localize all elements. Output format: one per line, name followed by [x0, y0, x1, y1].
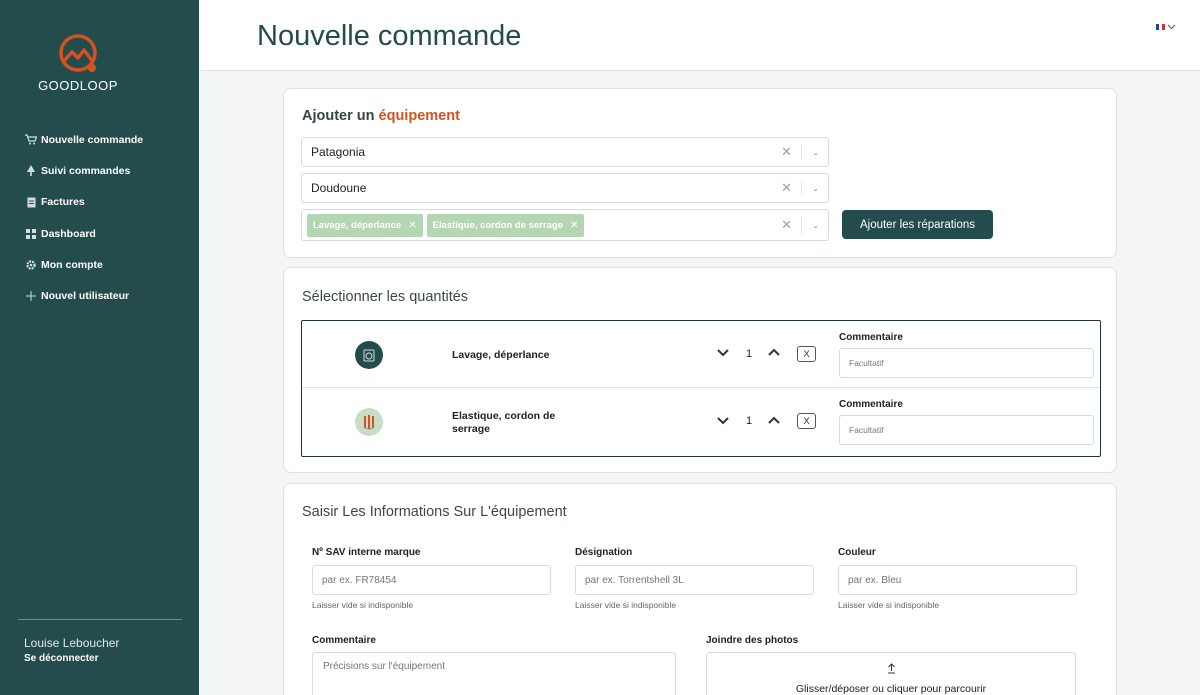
sidebar-item-label: Nouvel utilisateur [41, 290, 130, 303]
logo-text: GOODLOOP [38, 78, 118, 93]
equipment-info-card: Saisir Les Informations Sur L'équipement… [283, 483, 1117, 695]
equipment-info-title: Saisir Les Informations Sur L'équipement [302, 504, 567, 520]
select-separator [801, 144, 802, 160]
sidebar-divider [18, 619, 182, 620]
sidebar-item-suivi-commandes[interactable]: Suivi commandes [24, 155, 143, 186]
user-name: Louise Leboucher [24, 636, 120, 650]
sidebar-nav: Nouvelle commande Suivi commandes Factur… [24, 124, 143, 312]
quantities-card: Sélectionner les quantités Lavage, déper… [283, 267, 1117, 473]
comment-label: Commentaire [839, 332, 903, 343]
repair-name: Lavage, déperlance [452, 349, 550, 361]
sidebar-item-label: Dashboard [41, 227, 96, 240]
sidebar: GOODLOOP Nouvelle commande Suivi command… [0, 0, 199, 695]
decrement-chevron-icon[interactable] [716, 414, 730, 428]
photo-dropzone[interactable]: Glisser/déposer ou cliquer pour parcouri… [706, 652, 1076, 695]
fr-flag-icon [1156, 24, 1165, 30]
chevron-down-icon [1167, 22, 1176, 32]
title-accent: équipement [378, 108, 460, 124]
cart-icon [24, 134, 38, 146]
sidebar-item-mon-compte[interactable]: Mon compte [24, 249, 143, 280]
repair-chip: Elastique, cordon de serrage ✕ [426, 213, 585, 237]
chip-label: Lavage, déperlance [313, 219, 402, 231]
sidebar-item-label: Suivi commandes [41, 164, 131, 177]
add-equipment-title: Ajouter un équipement [302, 108, 460, 124]
repair-chip: Lavage, déperlance ✕ [307, 213, 423, 237]
chevron-down-icon[interactable]: ⌄ [812, 148, 819, 157]
comment-field[interactable] [839, 415, 1094, 445]
designation-label: Désignation [575, 547, 633, 558]
goodloop-logo-icon [59, 34, 97, 72]
add-repairs-button[interactable]: Ajouter les réparations [842, 210, 993, 239]
table-row: Elastique, cordon de serrage 1 X Comment… [302, 388, 1099, 455]
sidebar-item-dashboard[interactable]: Dashboard [24, 218, 143, 249]
color-hint: Laisser vide si indisponible [838, 600, 940, 610]
grid-icon [24, 228, 38, 240]
sav-label: Nº SAV interne marque [312, 547, 421, 558]
comment-field[interactable] [839, 348, 1094, 378]
sidebar-item-nouvel-utilisateur[interactable]: Nouvel utilisateur [24, 280, 143, 311]
quantity-value: 1 [746, 348, 753, 360]
sidebar-item-label: Mon compte [41, 258, 103, 271]
clear-icon[interactable]: ✕ [781, 144, 792, 160]
washing-machine-icon [363, 349, 375, 362]
comment-label: Commentaire [839, 399, 903, 410]
remove-chip-icon[interactable]: ✕ [408, 220, 416, 231]
quantity-value: 1 [746, 415, 753, 427]
increment-chevron-icon[interactable] [767, 346, 781, 360]
remove-chip-icon[interactable]: ✕ [570, 220, 578, 231]
quantities-table: Lavage, déperlance 1 X Commentaire Elast… [301, 320, 1101, 457]
document-icon [24, 196, 38, 208]
increment-chevron-icon[interactable] [767, 414, 781, 428]
chevron-down-icon[interactable]: ⌄ [812, 184, 819, 193]
sav-input[interactable] [312, 565, 551, 595]
plus-icon [24, 290, 38, 302]
repair-chips: Lavage, déperlance ✕ Elastique, cordon d… [302, 213, 585, 237]
brand-select[interactable]: Patagonia ✕ ⌄ [301, 137, 829, 167]
designation-input[interactable] [575, 565, 814, 595]
clear-icon[interactable]: ✕ [781, 180, 792, 196]
language-selector[interactable] [1156, 22, 1176, 32]
sidebar-item-label: Nouvelle commande [41, 133, 144, 146]
color-input[interactable] [838, 565, 1077, 595]
add-equipment-card: Ajouter un équipement Patagonia ✕ ⌄ Doud… [283, 88, 1117, 258]
sav-hint: Laisser vide si indisponible [312, 600, 414, 610]
brand-select-value: Patagonia [311, 145, 366, 159]
clear-icon[interactable]: ✕ [781, 217, 792, 233]
logout-link[interactable]: Se déconnecter [24, 653, 98, 664]
remove-row-button[interactable]: X [797, 413, 816, 429]
equipment-comment-label: Commentaire [312, 635, 376, 646]
repair-name: Elastique, cordon de serrage [452, 410, 556, 435]
decrement-chevron-icon[interactable] [716, 346, 730, 360]
page-header: Nouvelle commande [199, 0, 1200, 71]
dropzone-text: Glisser/déposer ou cliquer pour parcouri… [795, 683, 987, 695]
product-select-value: Doudoune [311, 181, 367, 195]
repairs-multiselect[interactable]: Lavage, déperlance ✕ Elastique, cordon d… [301, 209, 829, 241]
title-prefix: Ajouter un [302, 108, 375, 124]
designation-hint: Laisser vide si indisponible [575, 600, 677, 610]
cord-icon [363, 415, 375, 430]
sidebar-item-factures[interactable]: Factures [24, 187, 143, 218]
photos-label: Joindre des photos [706, 635, 799, 646]
color-label: Couleur [838, 547, 876, 558]
sidebar-item-label: Factures [41, 196, 85, 209]
select-separator [801, 180, 802, 196]
chevron-down-icon[interactable]: ⌄ [812, 221, 819, 230]
repair-thumbnail [355, 341, 383, 369]
select-separator [801, 216, 802, 234]
gear-icon [24, 259, 38, 271]
equipment-comment-field[interactable] [312, 652, 676, 695]
chip-label: Elastique, cordon de serrage [432, 219, 563, 231]
product-select[interactable]: Doudoune ✕ ⌄ [301, 173, 829, 203]
upload-icon [707, 663, 1075, 677]
page-title: Nouvelle commande [257, 20, 522, 52]
goodloop-logo[interactable]: GOODLOOP [36, 32, 120, 93]
tree-icon [24, 165, 38, 177]
remove-row-button[interactable]: X [797, 346, 816, 362]
sidebar-item-nouvelle-commande[interactable]: Nouvelle commande [24, 124, 143, 155]
repair-thumbnail [355, 408, 383, 436]
quantities-title: Sélectionner les quantités [302, 289, 469, 305]
table-row: Lavage, déperlance 1 X Commentaire [302, 321, 1099, 388]
